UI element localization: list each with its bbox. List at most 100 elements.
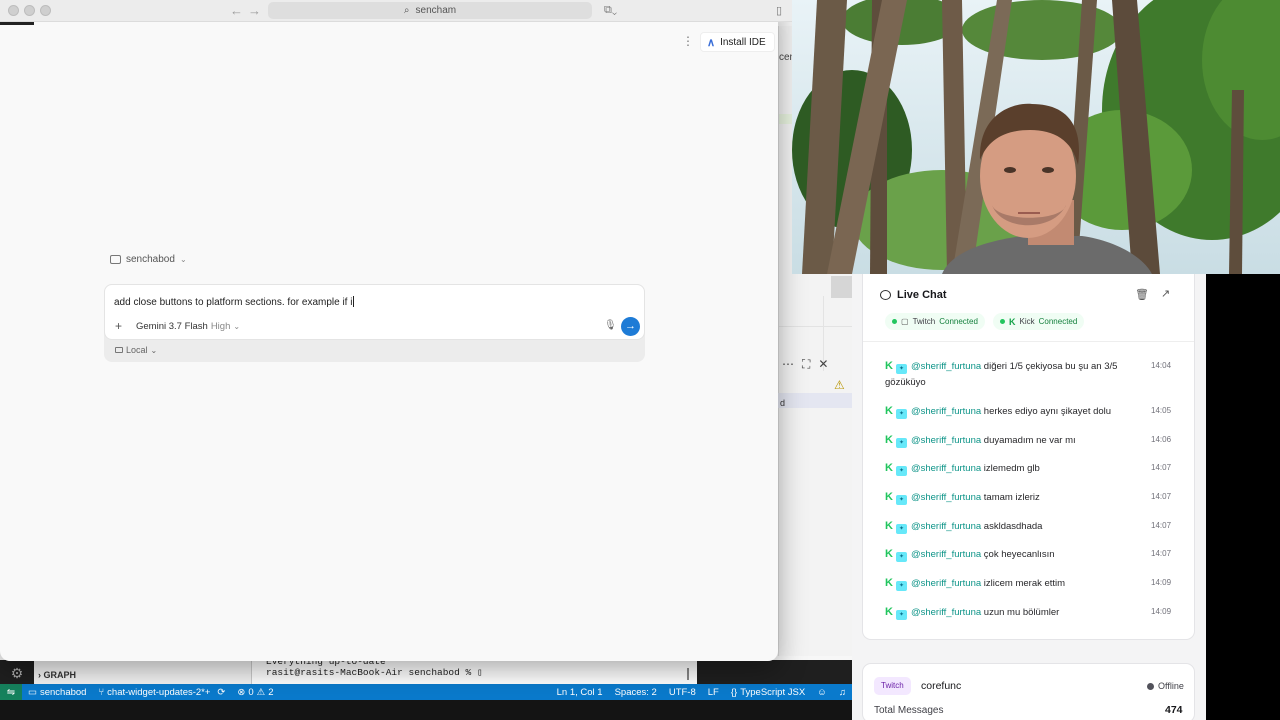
close-window-button[interactable] xyxy=(8,5,19,16)
user-badge-icon: ✦ xyxy=(895,524,907,534)
chat-timestamp: 14:04 xyxy=(1151,361,1172,370)
kick-icon: K xyxy=(885,577,893,589)
sidebar-graph-section[interactable]: › GRAPH xyxy=(34,660,252,684)
minimize-window-button[interactable] xyxy=(24,5,35,16)
status-problems[interactable]: ⊗ 0 ⚠ 2 xyxy=(231,687,279,698)
chat-header: Live Chat 🗑 ↗ ▢ Twitch Connected K Kick … xyxy=(863,274,1194,342)
zoom-window-button[interactable] xyxy=(40,5,51,16)
maximize-icon[interactable]: ⛶ xyxy=(802,357,810,372)
graph-section-label[interactable]: › GRAPH xyxy=(38,670,76,680)
chat-username[interactable]: @sheriff_furtuna xyxy=(911,607,981,618)
chat-timestamp: 14:07 xyxy=(1151,549,1172,558)
chat-username[interactable]: @sheriff_furtuna xyxy=(911,435,981,446)
more-icon[interactable]: ⋯ xyxy=(782,357,794,371)
chat-message: K ✦ @sheriff_furtuna diğeri 1/5 çekiyosa b… xyxy=(885,358,1185,391)
screen-share-icon[interactable]: ⧉⌄ xyxy=(604,4,617,17)
external-link-icon[interactable]: ↗ xyxy=(1161,287,1170,300)
sidebar-toggle-icon[interactable]: ▯ xyxy=(776,4,782,17)
chat-username[interactable]: @sheriff_furtuna xyxy=(911,492,981,503)
kick-icon: K xyxy=(885,434,893,446)
chat-text: herkes ediyo aynı şikayet dolu xyxy=(983,406,1112,417)
laptop-icon xyxy=(115,347,123,353)
branch-icon: ⑂ xyxy=(98,686,105,698)
address-text: sencham xyxy=(415,5,457,16)
chevron-down-icon: ⌄ xyxy=(233,322,241,331)
send-button[interactable]: → xyxy=(621,317,640,336)
install-ide-button[interactable]: ∧ Install IDE xyxy=(700,32,775,52)
platform-badge-kick[interactable]: K Kick Connected xyxy=(993,313,1085,330)
chat-message: K ✦ @sheriff_furtuna izlicem merak ettim 14… xyxy=(885,575,1185,592)
address-bar[interactable]: ⌕ sencham xyxy=(268,2,592,19)
trash-icon[interactable]: 🗑 xyxy=(1135,288,1149,301)
model-tier: High xyxy=(210,321,231,332)
status-eol[interactable]: LF xyxy=(702,687,725,698)
webcam-feed xyxy=(792,0,1280,274)
back-arrow-icon[interactable]: ← xyxy=(230,3,243,18)
copilot-icon[interactable]: ☺ xyxy=(811,687,833,698)
execution-mode-label: Local xyxy=(126,345,148,355)
chat-text: izlemedm glb xyxy=(983,463,1040,474)
close-icon[interactable]: ✕ xyxy=(818,357,828,371)
chat-text: duyamadım ne var mı xyxy=(983,435,1076,446)
kick-icon: K xyxy=(885,520,893,532)
braces-icon: {} xyxy=(730,686,738,698)
more-options-icon[interactable]: ⋮ xyxy=(682,34,694,48)
status-language[interactable]: {} TypeScript JSX xyxy=(725,687,811,698)
problem-row-text: d xyxy=(780,398,786,408)
execution-mode-selector[interactable]: Local ⌄ xyxy=(115,345,157,355)
add-context-button[interactable]: + xyxy=(115,319,122,333)
connected-dot xyxy=(1000,319,1005,324)
chat-text: uzun mu bölümler xyxy=(983,607,1060,618)
status-bar: ⇋ ▭ senchabod ⑂ chat-widget-updates-2*+ ⟳ ⊗… xyxy=(0,684,852,700)
chat-username[interactable]: @sheriff_furtuna xyxy=(911,361,981,372)
user-badge-icon: ✦ xyxy=(895,552,907,562)
prompt-input[interactable]: add close buttons to platform sections. … xyxy=(114,296,355,308)
kick-icon: K xyxy=(885,360,893,372)
chat-timestamp: 14:09 xyxy=(1151,578,1172,587)
desktop-background xyxy=(1206,274,1280,720)
workspace-selector[interactable]: senchabod ⌄ xyxy=(110,254,187,265)
user-badge-icon: ✦ xyxy=(895,438,907,448)
status-folder[interactable]: ▭ senchabod xyxy=(22,687,92,698)
microphone-icon[interactable]: 🎙 xyxy=(604,320,617,331)
remote-icon[interactable]: ⇋ xyxy=(0,684,22,700)
chat-username[interactable]: @sheriff_furtuna xyxy=(911,406,981,417)
gear-icon[interactable]: ⚙ xyxy=(6,662,28,684)
chevron-down-icon: ⌄ xyxy=(179,255,187,264)
error-icon: ⊗ xyxy=(237,686,246,698)
problem-row[interactable]: d xyxy=(778,393,860,408)
chat-username[interactable]: @sheriff_furtuna xyxy=(911,549,981,560)
model-selector[interactable]: Gemini 3.7 Flash High ⌄ xyxy=(136,321,240,332)
agent-window: ⋮ ∧ Install IDE senchabod ⌄ add close bu… xyxy=(0,0,778,661)
platform-pill: Twitch xyxy=(874,677,911,695)
chat-message: K ✦ @sheriff_furtuna tamam izleriz 14:07 xyxy=(885,489,1185,506)
panel-toolbar: ⋯ ⛶ ✕ xyxy=(778,352,860,376)
forward-arrow-icon[interactable]: → xyxy=(248,3,261,18)
status-branch[interactable]: ⑂ chat-widget-updates-2*+ ⟳ xyxy=(92,687,231,698)
kick-icon: K xyxy=(885,405,893,417)
status-spaces[interactable]: Spaces: 2 xyxy=(609,687,663,698)
chat-bubble-icon xyxy=(880,290,891,300)
agent-toolbar: ⋮ ∧ Install IDE xyxy=(0,26,778,58)
status-position[interactable]: Ln 1, Col 1 xyxy=(551,687,609,698)
folder-icon xyxy=(110,255,121,264)
chat-timestamp: 14:09 xyxy=(1151,607,1172,616)
chat-text: izlicem merak ettim xyxy=(983,578,1066,589)
chat-timestamp: 14:07 xyxy=(1151,463,1172,472)
bell-icon[interactable]: ♫ xyxy=(833,687,852,698)
install-ide-label: Install IDE xyxy=(720,36,766,48)
chat-message: K ✦ @sheriff_furtuna çok heyecanlısın 14:07 xyxy=(885,546,1185,563)
antigravity-logo-icon: ∧ xyxy=(707,36,716,49)
status-encoding[interactable]: UTF-8 xyxy=(663,687,702,698)
prompt-input-area[interactable]: add close buttons to platform sections. … xyxy=(104,284,645,340)
platform-badge-twitch[interactable]: ▢ Twitch Connected xyxy=(885,313,985,330)
user-badge-icon: ✦ xyxy=(895,495,907,505)
terminal-scrollbar[interactable] xyxy=(687,668,689,680)
chat-username[interactable]: @sheriff_furtuna xyxy=(911,578,981,589)
chat-username[interactable]: @sheriff_furtuna xyxy=(911,521,981,532)
user-badge-icon: ✦ xyxy=(895,581,907,591)
chat-username[interactable]: @sheriff_furtuna xyxy=(911,463,981,474)
chat-timestamp: 14:05 xyxy=(1151,406,1172,415)
sync-icon[interactable]: ⟳ xyxy=(217,687,225,698)
chevron-down-icon: ⌄ xyxy=(150,345,158,355)
